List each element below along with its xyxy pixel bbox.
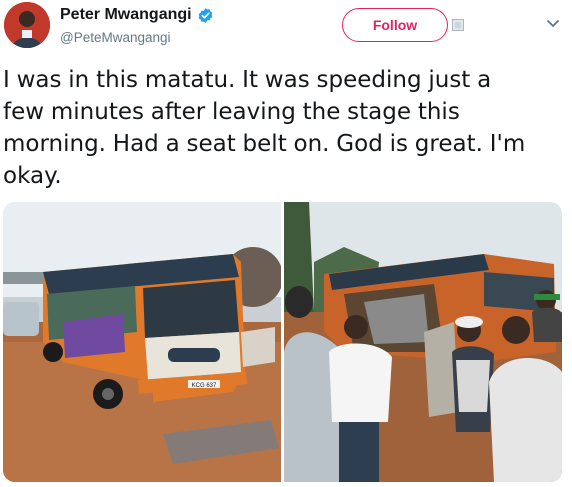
user-display-name[interactable]: Peter Mwangangi xyxy=(60,6,214,24)
media-placeholder-icon xyxy=(452,19,464,31)
tweet-line: okay. xyxy=(3,163,62,189)
avatar-photo-icon xyxy=(4,2,50,48)
user-handle[interactable]: @PeteMwangangi xyxy=(60,30,171,45)
photo-crowd-at-scene[interactable] xyxy=(284,202,562,482)
photo-crashed-matatu[interactable]: KCG 637 xyxy=(3,202,281,482)
avatar[interactable] xyxy=(4,2,50,48)
display-name-text[interactable]: Peter Mwangangi xyxy=(60,6,192,24)
follow-button[interactable]: Follow xyxy=(342,8,448,42)
tweet-line: few minutes after leaving the stage this xyxy=(3,99,460,125)
tweet-line: I was in this matatu. It was speeding ju… xyxy=(3,67,492,93)
media-grid: KCG 637 xyxy=(3,202,562,482)
verified-badge-icon xyxy=(198,7,212,23)
tweet-line: morning. Had a seat belt on. God is grea… xyxy=(3,131,526,157)
tweet-text: I was in this matatu. It was speeding ju… xyxy=(3,64,565,192)
crowd-around-matatu-photo-icon xyxy=(284,202,562,482)
chevron-down-icon[interactable] xyxy=(546,19,560,29)
license-plate: KCG 637 xyxy=(192,383,217,389)
crashed-matatu-photo-icon: KCG 637 xyxy=(3,202,281,482)
